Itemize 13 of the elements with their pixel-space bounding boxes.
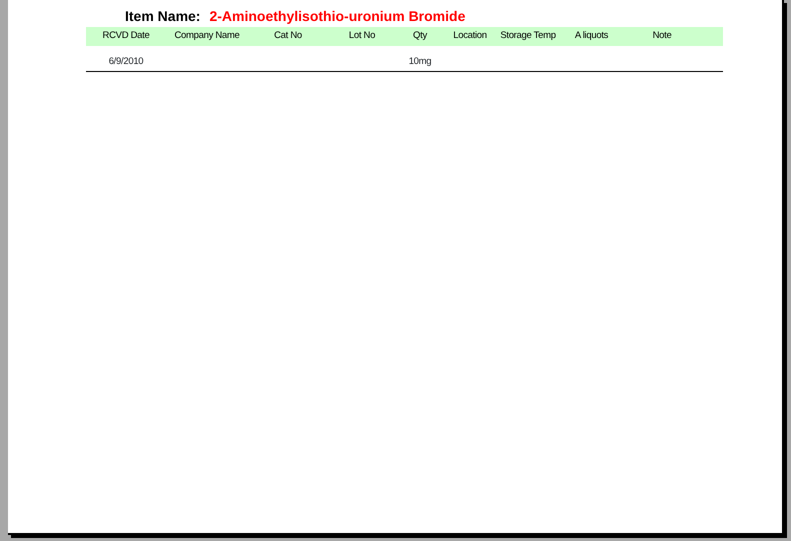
column-header: Company Name: [173, 29, 241, 44]
column-header: Location: [452, 29, 488, 44]
item-name-label: Item Name:: [125, 7, 200, 26]
column-header: Cat No: [273, 29, 303, 44]
item-name: 2-Aminoethylisothio-uronium Bromide: [209, 7, 466, 26]
column-header: Qty: [412, 29, 428, 44]
column-header: A liquots: [574, 29, 610, 44]
column-header: Lot No: [348, 29, 376, 44]
column-header: Storage Temp: [499, 29, 557, 44]
table-cell-text: 6/9/2010: [108, 55, 144, 69]
column-header: Note: [652, 29, 672, 44]
table-cell-text: 10mg: [408, 55, 432, 69]
column-header: RCVD Date: [102, 29, 150, 44]
